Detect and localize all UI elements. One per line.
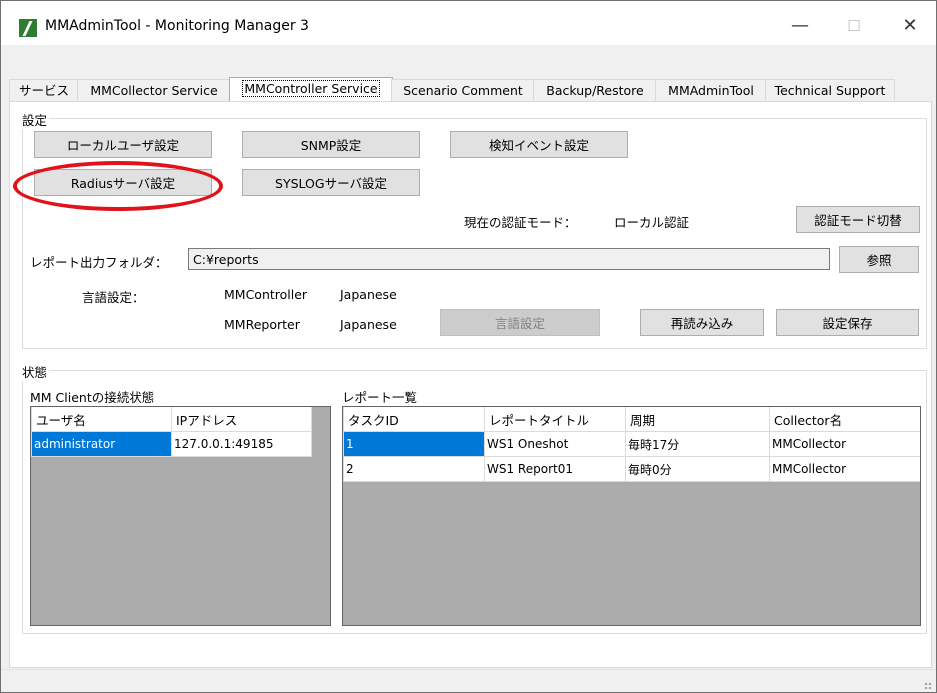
mmreporter-language-value: Japanese <box>340 317 397 332</box>
table-cell[interactable]: 1 <box>343 431 485 457</box>
settings-group-label: 設定 <box>20 110 50 129</box>
mmreporter-label: MMReporter <box>224 317 300 332</box>
snmp-settings-button[interactable]: SNMP設定 <box>242 131 420 158</box>
mmcontroller-language-value: Japanese <box>340 287 397 302</box>
tab-label: Scenario Comment <box>403 83 523 98</box>
tab-label: Backup/Restore <box>546 83 644 98</box>
table-cell[interactable]: MMCollector <box>769 431 920 457</box>
window-title: MMAdminTool - Monitoring Manager 3 <box>45 18 309 34</box>
save-settings-button[interactable]: 設定保存 <box>776 309 919 336</box>
table-cell[interactable]: 毎時17分 <box>625 431 770 457</box>
table-row[interactable]: 1 WS1 Oneshot 毎時17分 MMCollector <box>343 431 920 457</box>
table-row[interactable]: administrator 127.0.0.1:49185 <box>31 431 312 457</box>
tab-services[interactable]: サービス <box>9 79 79 102</box>
client-connection-grid[interactable]: ユーザ名 IPアドレス administrator 127.0.0.1:4918… <box>30 406 331 626</box>
tab-label: MMCollector Service <box>90 83 218 98</box>
resize-grip-icon[interactable] <box>924 682 932 690</box>
column-header[interactable]: IPアドレス <box>171 407 312 432</box>
auth-mode-value: ローカル認証 <box>614 215 690 230</box>
tab-label: MMController Service <box>242 80 380 97</box>
language-settings-button[interactable]: 言語設定 <box>440 309 600 336</box>
table-cell[interactable]: MMCollector <box>769 456 920 482</box>
highlight-ellipse <box>13 161 223 211</box>
close-button[interactable]: ✕ <box>887 11 933 41</box>
client-connection-label: MM Clientの接続状態 <box>30 390 155 405</box>
browse-button[interactable]: 参照 <box>839 246 919 273</box>
detect-event-settings-button[interactable]: 検知イベント設定 <box>450 131 628 158</box>
status-bar <box>1 669 936 692</box>
local-user-settings-button[interactable]: ローカルユーザ設定 <box>34 131 212 158</box>
table-cell[interactable]: 2 <box>343 456 485 482</box>
report-folder-field[interactable]: C:¥reports <box>188 248 830 270</box>
report-list-label: レポート一覧 <box>342 390 418 405</box>
report-list-grid[interactable]: タスクID レポートタイトル 周期 Collector名 1 WS1 Onesh… <box>342 406 921 626</box>
maximize-button[interactable]: ☐ <box>831 11 877 41</box>
tab-strip: サービス MMCollector Service MMController Se… <box>9 77 929 103</box>
tab-scenario-comment[interactable]: Scenario Comment <box>391 79 535 102</box>
minimize-button[interactable]: — <box>777 11 823 41</box>
table-header-row: タスクID レポートタイトル 周期 Collector名 <box>343 407 920 432</box>
syslog-server-settings-button[interactable]: SYSLOGサーバ設定 <box>242 169 420 196</box>
tab-backup-restore[interactable]: Backup/Restore <box>533 79 657 102</box>
title-bar[interactable]: MMAdminTool - Monitoring Manager 3 — ☐ ✕ <box>1 1 936 45</box>
tab-label: Technical Support <box>774 83 886 98</box>
reload-button[interactable]: 再読み込み <box>640 309 764 336</box>
mmcontroller-label: MMController <box>224 287 308 302</box>
tab-mmcollector-service[interactable]: MMCollector Service <box>77 79 231 102</box>
column-header[interactable]: タスクID <box>343 407 485 432</box>
table-cell[interactable]: 127.0.0.1:49185 <box>171 431 312 457</box>
column-header[interactable]: ユーザ名 <box>31 407 172 432</box>
auth-mode-switch-button[interactable]: 認証モード切替 <box>796 206 920 233</box>
table-header-row: ユーザ名 IPアドレス <box>31 407 312 432</box>
column-header[interactable]: レポートタイトル <box>484 407 626 432</box>
app-window: MMAdminTool - Monitoring Manager 3 — ☐ ✕… <box>0 0 937 693</box>
tab-mmadmintool[interactable]: MMAdminTool <box>655 79 767 102</box>
tab-technical-support[interactable]: Technical Support <box>765 79 895 102</box>
table-cell[interactable]: administrator <box>31 431 172 457</box>
table-row[interactable]: 2 WS1 Report01 毎時0分 MMCollector <box>343 456 920 482</box>
column-header[interactable]: 周期 <box>625 407 770 432</box>
table-cell[interactable]: WS1 Report01 <box>484 456 626 482</box>
language-label: 言語設定： <box>82 290 145 305</box>
column-header[interactable]: Collector名 <box>769 407 920 432</box>
report-folder-label: レポート出力フォルダ： <box>30 255 168 270</box>
app-logo-icon <box>19 19 37 37</box>
auth-mode-label: 現在の認証モード： <box>464 215 577 230</box>
tab-label: サービス <box>18 83 69 98</box>
tab-label: MMAdminTool <box>668 83 754 98</box>
status-group-label: 状態 <box>20 362 50 381</box>
tab-mmcontroller-service[interactable]: MMController Service <box>229 77 393 103</box>
table-cell[interactable]: WS1 Oneshot <box>484 431 626 457</box>
table-cell[interactable]: 毎時0分 <box>625 456 770 482</box>
